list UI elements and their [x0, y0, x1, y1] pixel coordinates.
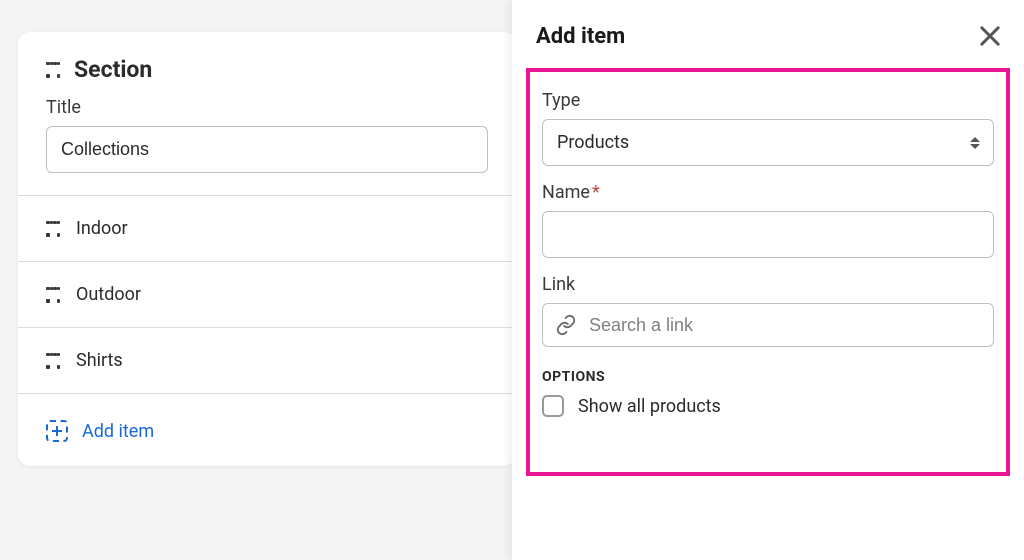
close-icon [976, 22, 1004, 50]
add-item-panel: Add item Type Products Name* Link OPTION… [512, 0, 1024, 560]
list-item-label: Indoor [76, 218, 128, 239]
add-item-button[interactable]: Add item [18, 394, 516, 466]
drag-handle-icon[interactable] [46, 221, 60, 237]
section-heading: Section [74, 56, 152, 83]
close-button[interactable] [976, 22, 1004, 50]
add-plus-icon [46, 420, 68, 442]
highlighted-form-area: Type Products Name* Link OPTIONS Show al… [526, 68, 1010, 476]
list-item-label: Shirts [76, 350, 123, 371]
select-caret-icon [970, 137, 980, 149]
list-item[interactable]: Indoor [18, 196, 516, 262]
list-item-label: Outdoor [76, 284, 141, 305]
link-search-input[interactable] [589, 315, 981, 336]
title-label: Title [46, 97, 488, 118]
title-field-group: Title [18, 83, 516, 195]
type-select[interactable]: Products [542, 119, 994, 166]
title-input[interactable] [46, 126, 488, 173]
drag-handle-icon[interactable] [46, 287, 60, 303]
list-item[interactable]: Shirts [18, 328, 516, 394]
panel-header: Add item [512, 0, 1024, 68]
type-label: Type [542, 90, 994, 111]
link-label: Link [542, 274, 994, 295]
list-item[interactable]: Outdoor [18, 262, 516, 328]
add-item-label: Add item [82, 421, 154, 442]
show-all-label: Show all products [578, 396, 721, 417]
options-heading: OPTIONS [542, 369, 994, 385]
section-header: Section [18, 32, 516, 83]
required-star-icon: * [592, 182, 600, 203]
name-label: Name* [542, 182, 994, 203]
drag-handle-icon[interactable] [46, 62, 60, 78]
show-all-checkbox[interactable] [542, 395, 564, 417]
type-select-value: Products [542, 119, 994, 166]
name-input[interactable] [542, 211, 994, 258]
link-icon [555, 314, 577, 336]
section-card: Section Title Indoor Outdoor Shirts Add … [18, 32, 516, 466]
panel-title: Add item [536, 24, 625, 49]
drag-handle-icon[interactable] [46, 353, 60, 369]
link-input-wrap[interactable] [542, 303, 994, 347]
show-all-products-row: Show all products [542, 395, 994, 417]
